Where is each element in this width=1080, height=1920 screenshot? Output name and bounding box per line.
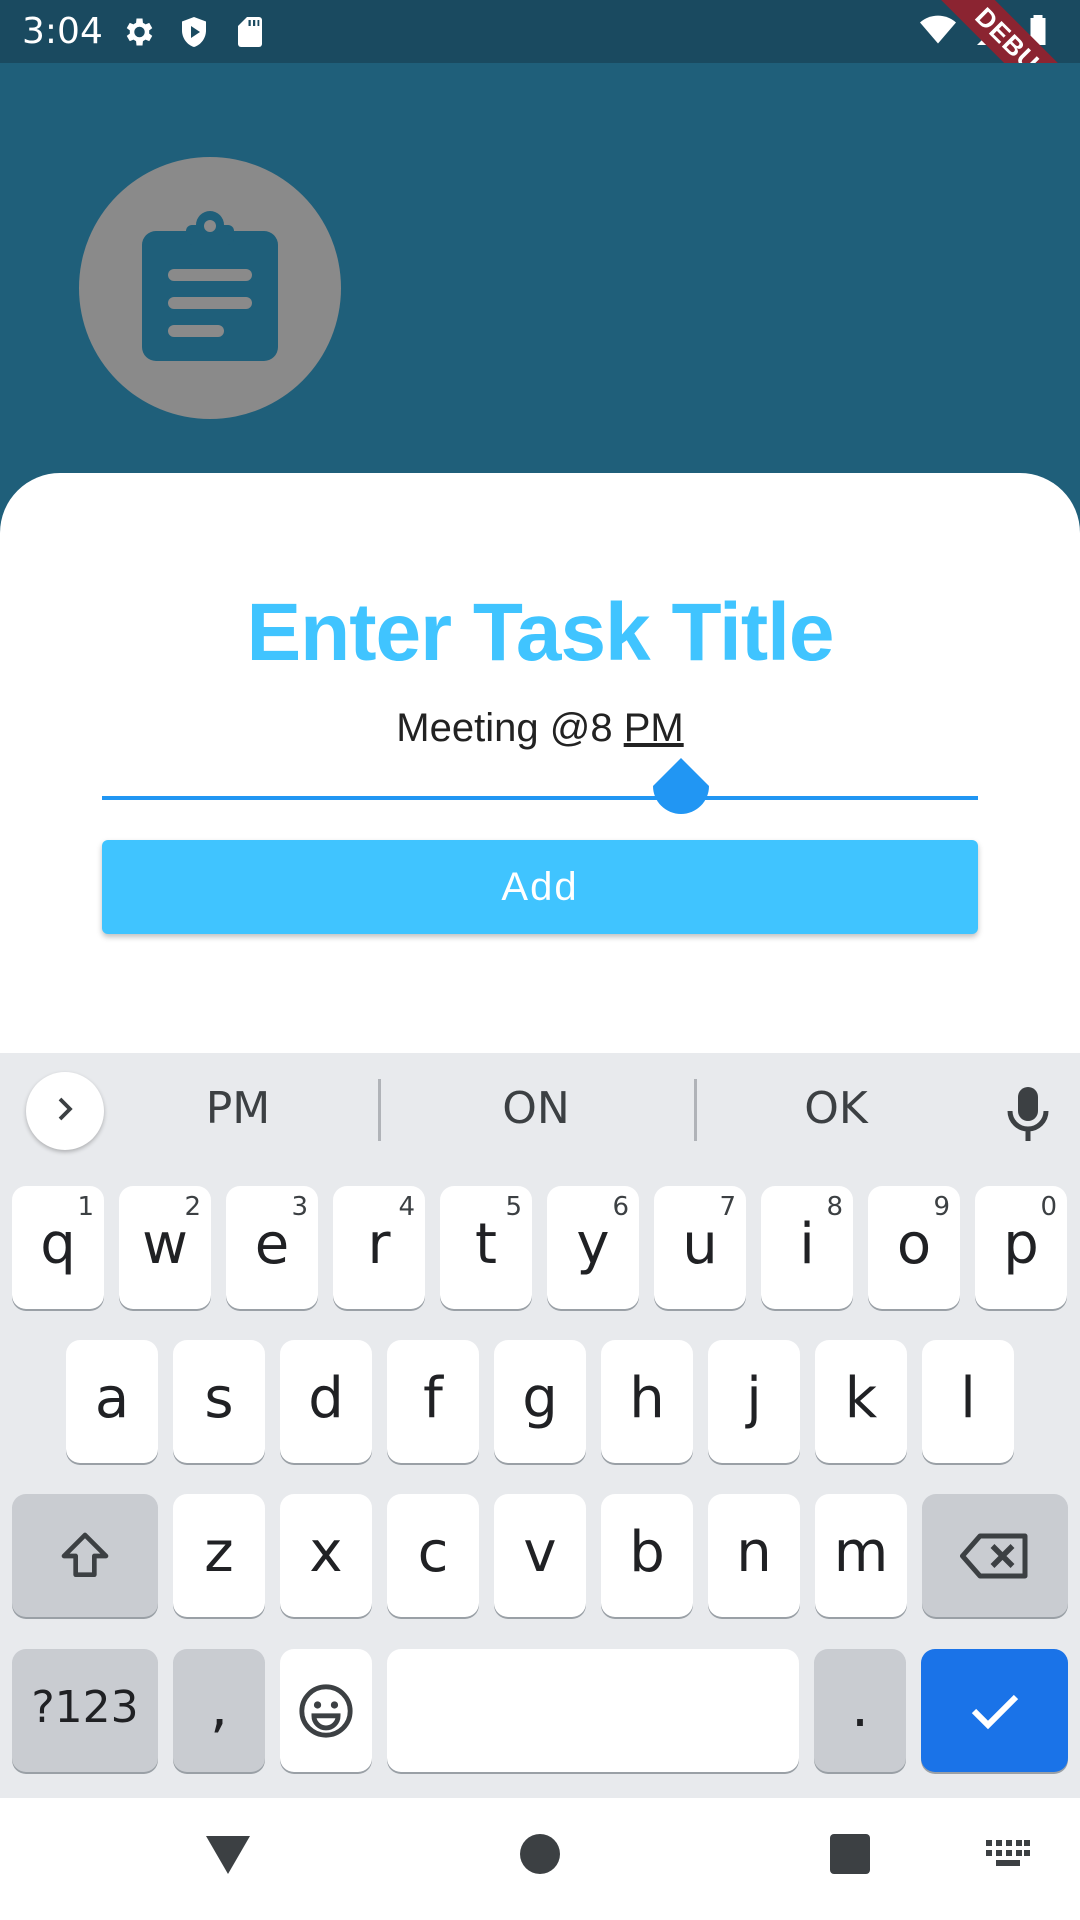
soft-keyboard: PM ON OK q1 w2 e3 r4 t5 y6 u7 i8 o9 p0 a… — [0, 1053, 1080, 1798]
task-title-input[interactable]: Meeting @8 PM — [0, 703, 1080, 753]
key-label: r — [367, 1212, 391, 1277]
emoji-icon — [297, 1675, 355, 1740]
key-q[interactable]: q1 — [12, 1186, 104, 1309]
key-z[interactable]: z — [173, 1494, 265, 1617]
suggestion-divider — [378, 1079, 381, 1141]
input-underline — [102, 796, 978, 800]
key-hint: 3 — [291, 1192, 308, 1222]
chevron-right-icon — [50, 1094, 80, 1129]
key-label: p — [1003, 1212, 1039, 1277]
backspace-key[interactable] — [922, 1494, 1068, 1617]
key-v[interactable]: v — [494, 1494, 586, 1617]
suggestion-3[interactable]: OK — [736, 1083, 936, 1134]
key-l[interactable]: l — [922, 1340, 1014, 1463]
app-header — [0, 63, 1080, 473]
text-cursor-handle[interactable] — [653, 758, 709, 814]
emoji-key[interactable] — [280, 1649, 372, 1772]
task-input-text: Meeting @8 — [396, 706, 624, 750]
key-label: i — [799, 1212, 815, 1277]
key-hint: 9 — [933, 1192, 950, 1222]
key-label: t — [475, 1212, 497, 1277]
key-b[interactable]: b — [601, 1494, 693, 1617]
clipboard-icon — [142, 210, 278, 366]
key-m[interactable]: m — [815, 1494, 907, 1617]
suggestion-1[interactable]: PM — [138, 1083, 338, 1134]
key-f[interactable]: f — [387, 1340, 479, 1463]
key-hint: 8 — [826, 1192, 843, 1222]
key-label: u — [682, 1212, 718, 1277]
key-p[interactable]: p0 — [975, 1186, 1067, 1309]
key-s[interactable]: s — [173, 1340, 265, 1463]
suggestion-divider — [694, 1079, 697, 1141]
period-key[interactable]: . — [814, 1649, 906, 1772]
key-y[interactable]: y6 — [547, 1186, 639, 1309]
key-c[interactable]: c — [387, 1494, 479, 1617]
key-hint: 0 — [1040, 1192, 1057, 1222]
key-g[interactable]: g — [494, 1340, 586, 1463]
backspace-icon — [960, 1520, 1030, 1585]
key-w[interactable]: w2 — [119, 1186, 211, 1309]
status-bar: 3:04 DEBUG — [0, 0, 1080, 146]
recents-icon[interactable] — [830, 1834, 870, 1879]
key-j[interactable]: j — [708, 1340, 800, 1463]
key-hint: 4 — [398, 1192, 415, 1222]
bottom-sheet: Enter Task Title Meeting @8 PM Add — [0, 473, 1080, 1053]
toolbar-expand-button[interactable] — [26, 1072, 104, 1150]
key-i[interactable]: i8 — [761, 1186, 853, 1309]
key-d[interactable]: d — [280, 1340, 372, 1463]
navigation-bar — [0, 1798, 1080, 1920]
key-hint: 5 — [505, 1192, 522, 1222]
back-icon[interactable] — [204, 1832, 252, 1881]
key-hint: 1 — [77, 1192, 94, 1222]
space-key[interactable] — [387, 1649, 799, 1772]
sd-card-icon — [232, 14, 268, 55]
key-u[interactable]: u7 — [654, 1186, 746, 1309]
key-label: q — [40, 1212, 76, 1277]
key-k[interactable]: k — [815, 1340, 907, 1463]
comma-key[interactable]: , — [173, 1649, 265, 1772]
shield-icon — [176, 14, 212, 55]
wifi-icon — [918, 12, 958, 53]
mic-icon[interactable] — [1004, 1087, 1052, 1148]
key-label: y — [576, 1212, 610, 1277]
key-n[interactable]: n — [708, 1494, 800, 1617]
key-o[interactable]: o9 — [868, 1186, 960, 1309]
symbols-key[interactable]: ?123 — [12, 1649, 158, 1772]
key-hint: 7 — [719, 1192, 736, 1222]
key-e[interactable]: e3 — [226, 1186, 318, 1309]
check-icon — [967, 1675, 1023, 1740]
key-label: w — [142, 1212, 188, 1277]
key-label: o — [896, 1212, 932, 1277]
keyboard-switch-icon[interactable] — [986, 1840, 1030, 1877]
key-h[interactable]: h — [601, 1340, 693, 1463]
key-label: e — [254, 1212, 290, 1277]
key-hint: 2 — [184, 1192, 201, 1222]
shift-key[interactable] — [12, 1494, 158, 1617]
sheet-title: Enter Task Title — [246, 587, 834, 678]
key-x[interactable]: x — [280, 1494, 372, 1617]
avatar — [79, 157, 341, 419]
key-a[interactable]: a — [66, 1340, 158, 1463]
key-r[interactable]: r4 — [333, 1186, 425, 1309]
gear-icon — [120, 14, 156, 55]
enter-key[interactable] — [921, 1649, 1068, 1772]
suggestion-bar: PM ON OK — [0, 1053, 1080, 1168]
status-time: 3:04 — [22, 11, 103, 52]
shift-icon — [55, 1520, 115, 1585]
key-t[interactable]: t5 — [440, 1186, 532, 1309]
home-icon[interactable] — [520, 1834, 560, 1879]
key-hint: 6 — [612, 1192, 629, 1222]
add-button[interactable]: Add — [102, 840, 978, 934]
task-input-composing-text: PM — [623, 706, 684, 750]
suggestion-2[interactable]: ON — [436, 1083, 636, 1134]
